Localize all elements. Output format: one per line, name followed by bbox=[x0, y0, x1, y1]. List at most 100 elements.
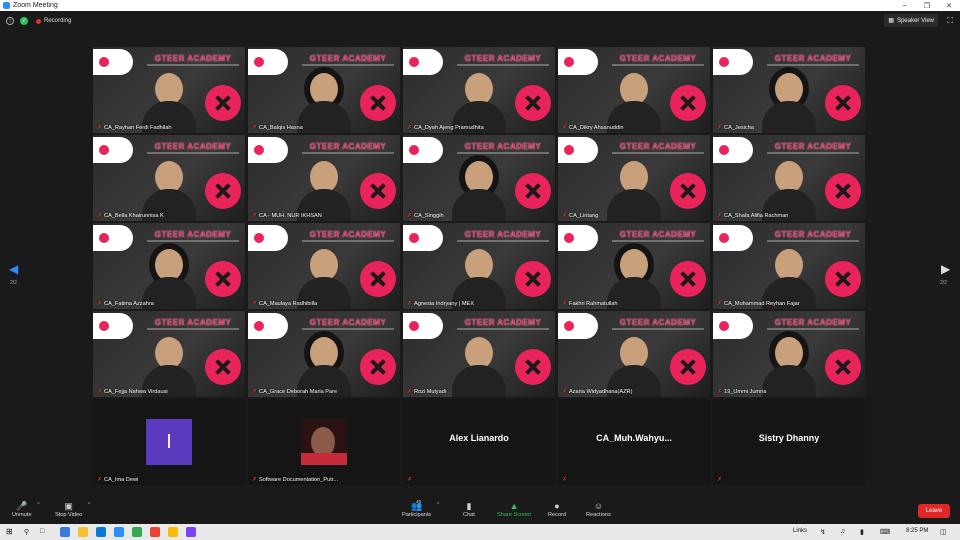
taskbar-zoom-icon[interactable] bbox=[114, 527, 124, 537]
close-icon[interactable]: ✕ bbox=[938, 2, 960, 10]
taskbar-links-label[interactable]: Links bbox=[793, 528, 807, 534]
taskbar-chrome-icon[interactable] bbox=[132, 527, 142, 537]
network-icon[interactable]: ↯ bbox=[820, 528, 826, 536]
info-icon[interactable]: i bbox=[6, 17, 14, 25]
brand-subtitle-bar bbox=[612, 152, 704, 154]
fullscreen-icon[interactable]: ⛶ bbox=[947, 16, 953, 26]
notifications-icon[interactable]: ◫ bbox=[940, 528, 947, 536]
taskbar-app-red-icon[interactable] bbox=[150, 527, 160, 537]
battery-icon[interactable]: ▮ bbox=[860, 528, 864, 536]
participant-tile[interactable]: GTEER ACADEMY ✗ CA_Bella Khairunnisa K bbox=[93, 135, 245, 221]
muted-microphone-icon: ✗ bbox=[252, 213, 258, 219]
participant-video-figure bbox=[607, 157, 661, 221]
participant-tile[interactable]: GTEER ACADEMY ✗ CA_Rayhan Ferdi Fadhilah bbox=[93, 47, 245, 133]
brand-x-emblem-icon bbox=[825, 173, 861, 209]
participant-tile[interactable]: GTEER ACADEMY ✗ CA_Dyah Ajeng Pramudhita bbox=[403, 47, 555, 133]
search-icon[interactable]: ⚲ bbox=[24, 528, 29, 536]
brand-title: GTEER ACADEMY bbox=[154, 230, 232, 239]
brand-x-emblem-icon bbox=[825, 349, 861, 385]
participant-tile[interactable]: GTEER ACADEMY ✗ Agnesia Indryany | MEX bbox=[403, 223, 555, 309]
brand-subtitle-bar bbox=[767, 240, 859, 242]
participant-tile[interactable]: GTEER ACADEMY ✗ CA - MUH. NUR IKHSAN bbox=[248, 135, 400, 221]
muted-microphone-icon: ✗ bbox=[717, 301, 723, 307]
unmute-button[interactable]: 🎤 Unmute ^ bbox=[12, 500, 40, 518]
participant-tile[interactable]: GTEER ACADEMY ✗ 19_Ummi Jumria bbox=[713, 311, 865, 397]
brand-banner-logo bbox=[248, 137, 288, 163]
participant-name-label: ✗ CA_Shafa Alifia Rachman bbox=[717, 212, 788, 220]
muted-microphone-icon: ✗ bbox=[97, 389, 103, 395]
muted-microphone-icon: ✗ bbox=[252, 477, 258, 483]
previous-page-arrow-icon[interactable]: ◀ bbox=[9, 262, 18, 276]
participant-tile[interactable]: CA_Muh.Wahyu... ✗ bbox=[558, 399, 710, 485]
record-button[interactable]: ● Record bbox=[548, 500, 566, 518]
participant-display-name: Sistry Dhanny bbox=[758, 433, 820, 443]
participant-tile[interactable]: GTEER ACADEMY ✗ CA_Balqis Hasna bbox=[248, 47, 400, 133]
speaker-view-button[interactable]: ▦ Speaker View bbox=[884, 14, 938, 27]
participant-tile[interactable]: GTEER ACADEMY ✗ Fakhri Rahmatullah bbox=[558, 223, 710, 309]
brand-x-emblem-icon bbox=[515, 261, 551, 297]
brand-subtitle-bar bbox=[147, 328, 239, 330]
participants-button[interactable]: 👥 49 Participants ^ bbox=[402, 499, 439, 518]
participant-name-label: ✗ CA_Bella Khairunnisa K bbox=[97, 212, 164, 220]
chat-button[interactable]: ▮ Chat bbox=[463, 500, 475, 518]
minimize-icon[interactable]: – bbox=[894, 2, 916, 9]
share-screen-button[interactable]: ▲ Share Screen bbox=[497, 500, 531, 518]
brand-banner-logo bbox=[248, 225, 288, 251]
audio-options-caret-icon[interactable]: ^ bbox=[37, 502, 39, 508]
microphone-muted-icon: 🎤 bbox=[16, 501, 28, 511]
participant-tile[interactable]: Alex Lianardo ✗ bbox=[403, 399, 555, 485]
muted-microphone-icon: ✗ bbox=[97, 125, 103, 131]
participant-name-label: ✗ CA_Muhammad Reyhan Fajar bbox=[717, 300, 800, 308]
participant-video-figure bbox=[297, 69, 351, 133]
restore-icon[interactable]: ❐ bbox=[916, 2, 938, 10]
taskbar-app-icon[interactable] bbox=[60, 527, 70, 537]
participant-name-label: ✗ Fakhri Rahmatullah bbox=[562, 300, 618, 308]
participant-name-label: ✗ CA_Rayhan Ferdi Fadhilah bbox=[97, 124, 172, 132]
brand-subtitle-bar bbox=[302, 152, 394, 154]
task-view-icon[interactable]: □ bbox=[40, 528, 44, 535]
participant-tile[interactable]: GTEER ACADEMY ✗ CA_Shafa Alifia Rachman bbox=[713, 135, 865, 221]
participant-tile[interactable]: Sistry Dhanny ✗ bbox=[713, 399, 865, 485]
brand-banner-logo bbox=[93, 313, 133, 339]
participant-tile[interactable]: ✗ Software Documentation_Putr... bbox=[248, 399, 400, 485]
participant-name-label: ✗ CA_Fatima Azzahra bbox=[97, 300, 154, 308]
brand-subtitle-bar bbox=[612, 240, 704, 242]
participant-tile[interactable]: GTEER ACADEMY ✗ Azaria Widyadhana(AZR) bbox=[558, 311, 710, 397]
security-shield-icon[interactable]: ✓ bbox=[20, 17, 28, 25]
participant-name: Fakhri Rahmatullah bbox=[569, 300, 618, 307]
brand-title: GTEER ACADEMY bbox=[154, 54, 232, 63]
participant-tile[interactable]: GTEER ACADEMY ✗ CA_Maulaya Radhibilla bbox=[248, 223, 400, 309]
language-icon[interactable]: ⌨ bbox=[880, 528, 890, 536]
windows-start-icon[interactable]: ⊞ bbox=[6, 527, 13, 536]
taskbar-store-icon[interactable] bbox=[96, 527, 106, 537]
participant-tile[interactable]: GTEER ACADEMY ✗ CA_Dikry Ahsanuddin bbox=[558, 47, 710, 133]
video-options-caret-icon[interactable]: ^ bbox=[88, 502, 90, 508]
leave-button[interactable]: Leave bbox=[918, 504, 950, 518]
participant-tile[interactable]: GTEER ACADEMY ✗ CA_Fejja Nahwa Virdausi bbox=[93, 311, 245, 397]
participant-tile[interactable]: GTEER ACADEMY ✗ CA_Muhammad Reyhan Fajar bbox=[713, 223, 865, 309]
participant-photo-avatar bbox=[301, 419, 347, 465]
participant-tile[interactable]: GTEER ACADEMY ✗ CA_Jesicha bbox=[713, 47, 865, 133]
stop-video-button[interactable]: ▣ Stop Video ^ bbox=[55, 500, 90, 518]
participant-initial-avatar: I bbox=[146, 419, 192, 465]
taskbar-app-yellow-icon[interactable] bbox=[168, 527, 178, 537]
volume-icon[interactable]: ♫ bbox=[840, 528, 845, 535]
participant-tile[interactable]: GTEER ACADEMY ✗ CA_Singgih bbox=[403, 135, 555, 221]
taskbar-app-purple-icon[interactable] bbox=[186, 527, 196, 537]
participant-tile[interactable]: GTEER ACADEMY ✗ CA_Grace Deborah Maria Par… bbox=[248, 311, 400, 397]
brand-title: GTEER ACADEMY bbox=[774, 142, 852, 151]
taskbar-folder-icon[interactable] bbox=[78, 527, 88, 537]
muted-microphone-icon: ✗ bbox=[562, 389, 568, 395]
brand-x-emblem-icon bbox=[825, 261, 861, 297]
participant-tile[interactable]: GTEER ACADEMY ✗ CA_Fatima Azzahra bbox=[93, 223, 245, 309]
brand-title: GTEER ACADEMY bbox=[309, 318, 387, 327]
participant-tile[interactable]: GTEER ACADEMY ✗ CA_Lintang bbox=[558, 135, 710, 221]
participants-options-caret-icon[interactable]: ^ bbox=[437, 502, 439, 508]
participant-tile[interactable]: GTEER ACADEMY ✗ Rozi Mulyadi bbox=[403, 311, 555, 397]
brand-banner-logo bbox=[713, 225, 753, 251]
reactions-button[interactable]: ☺ Reactions bbox=[586, 500, 611, 518]
participant-tile[interactable]: I ✗ CA_Ima Dewi bbox=[93, 399, 245, 485]
taskbar-clock: 8:25 PM bbox=[906, 528, 929, 534]
next-page-arrow-icon[interactable]: ▶ bbox=[941, 262, 950, 276]
participant-name: Agnesia Indryany | MEX bbox=[414, 300, 474, 307]
